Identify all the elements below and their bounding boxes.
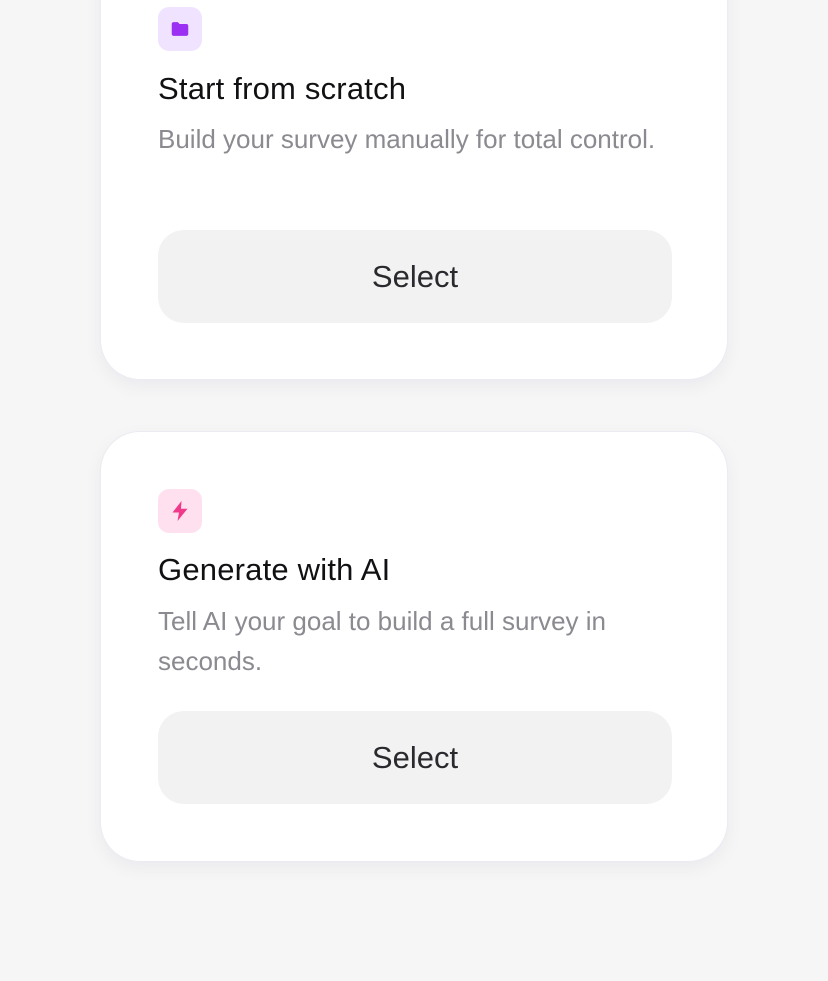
lightning-bolt-icon-chip <box>158 489 202 533</box>
card-description: Build your survey manually for total con… <box>158 124 656 154</box>
folder-icon-chip <box>158 7 202 51</box>
generate-with-ai-card: Generate with AI Tell AI your goal to bu… <box>100 431 728 862</box>
select-button[interactable]: Select <box>158 711 672 804</box>
lightning-bolt-icon <box>172 501 188 521</box>
folder-icon <box>171 22 189 36</box>
card-description: Tell AI your goal to build a full survey… <box>158 606 607 676</box>
select-button[interactable]: Select <box>158 230 672 323</box>
card-title: Start from scratch <box>158 71 407 106</box>
card-title: Generate with AI <box>158 552 391 587</box>
start-from-scratch-card: Start from scratch Build your survey man… <box>100 0 728 380</box>
